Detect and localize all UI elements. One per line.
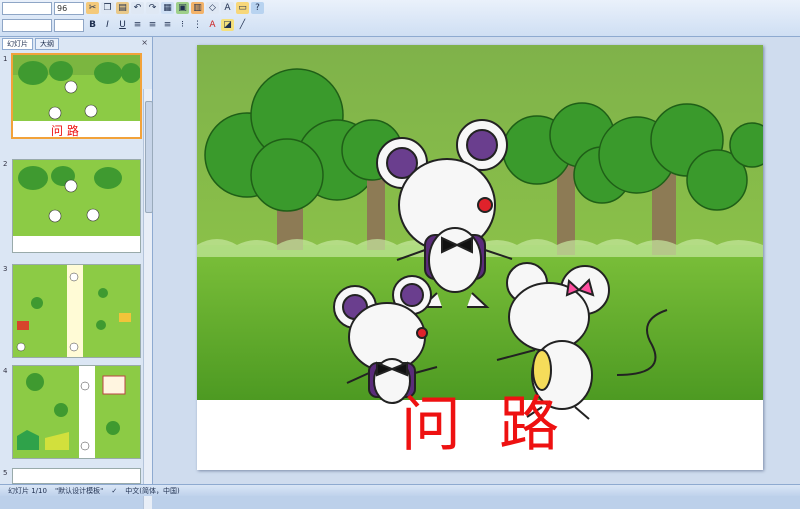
thumbnail-4-image (13, 366, 140, 458)
close-icon[interactable]: × (141, 38, 148, 47)
thumbnail-1-title: 问 路 (51, 124, 79, 138)
slide-canvas[interactable]: 问 路 (197, 45, 763, 470)
undo-icon[interactable]: ↶ (131, 2, 144, 14)
scrollbar-thumb[interactable] (145, 101, 153, 213)
zoom-box[interactable] (54, 18, 84, 32)
toolbar-row-2: B I U ≡ ≡ ≡ ⁝ ⋮ A ◪ ╱ (2, 18, 249, 32)
paste-icon[interactable]: ▤ (116, 2, 129, 14)
fill-icon[interactable]: ◪ (221, 19, 234, 31)
copy-icon[interactable]: ❐ (101, 2, 114, 14)
font-size-box[interactable]: 96 (54, 1, 84, 15)
align-right-icon[interactable]: ≡ (161, 19, 174, 31)
slide-thumbnail-3[interactable] (12, 264, 141, 358)
ribbon-toolbar: 96 ✂ ❐ ▤ ↶ ↷ ▦ ▣ ▥ ◇ A ▭ ? B I U ≡ ≡ ≡ ⁝… (0, 0, 800, 37)
tab-slides[interactable]: 幻灯片 (2, 38, 33, 50)
status-bar: 幻灯片 1/10 "默认设计模板" ✓ 中文(简体，中国) (0, 484, 800, 496)
slides-panel: 幻灯片 大纲 × 1 问 路 2 3 4 5 (0, 37, 153, 509)
language-indicator: 中文(简体，中国) (125, 486, 180, 495)
slide-thumbnail-5[interactable] (12, 468, 141, 484)
slide-counter: 幻灯片 1/10 (8, 486, 47, 495)
line-icon[interactable]: ╱ (236, 19, 249, 31)
tab-outline[interactable]: 大纲 (35, 38, 59, 50)
help-icon[interactable]: ? (251, 2, 264, 14)
slide-thumbnail-1[interactable]: 问 路 (11, 53, 142, 139)
thumbnail-number: 2 (3, 160, 8, 168)
slide-thumbnail-2[interactable] (12, 159, 141, 253)
style-box[interactable] (2, 18, 52, 32)
toolbar-row-1: 96 ✂ ❐ ▤ ↶ ↷ ▦ ▣ ▥ ◇ A ▭ ? (2, 1, 264, 15)
panel-tabs: 幻灯片 大纲 (2, 38, 59, 50)
textbox-icon[interactable]: A (221, 2, 234, 14)
slide-thumbnail-4[interactable] (12, 365, 141, 459)
italic-icon[interactable]: I (101, 19, 114, 31)
thumbnail-2-image (13, 160, 140, 252)
chart-icon[interactable]: ▥ (191, 2, 204, 14)
underline-icon[interactable]: U (116, 19, 129, 31)
thumbnail-3-image (13, 265, 140, 357)
thumbnail-number: 5 (3, 469, 8, 477)
slide-title[interactable]: 问 路 (197, 390, 763, 460)
slide-stage: 问 路 (153, 37, 800, 484)
font-color-icon[interactable]: A (206, 19, 219, 31)
shape-icon[interactable]: ◇ (206, 2, 219, 14)
picture-icon[interactable]: ▣ (176, 2, 189, 14)
redo-icon[interactable]: ↷ (146, 2, 159, 14)
check-icon: ✓ (111, 486, 118, 495)
panel-scrollbar[interactable] (143, 89, 153, 509)
theme-name: "默认设计模板" (54, 486, 104, 495)
font-name-box[interactable] (2, 1, 52, 15)
bullets-icon[interactable]: ⁝ (176, 19, 189, 31)
thumbnail-number: 3 (3, 265, 8, 273)
scissors-icon[interactable]: ✂ (86, 2, 99, 14)
table-icon[interactable]: ▦ (161, 2, 174, 14)
align-center-icon[interactable]: ≡ (146, 19, 159, 31)
bold-icon[interactable]: B (86, 19, 99, 31)
numbering-icon[interactable]: ⋮ (191, 19, 204, 31)
align-left-icon[interactable]: ≡ (131, 19, 144, 31)
thumbnail-number: 4 (3, 367, 8, 375)
folder-icon[interactable]: ▭ (236, 2, 249, 14)
thumbnail-number: 1 (3, 55, 8, 63)
